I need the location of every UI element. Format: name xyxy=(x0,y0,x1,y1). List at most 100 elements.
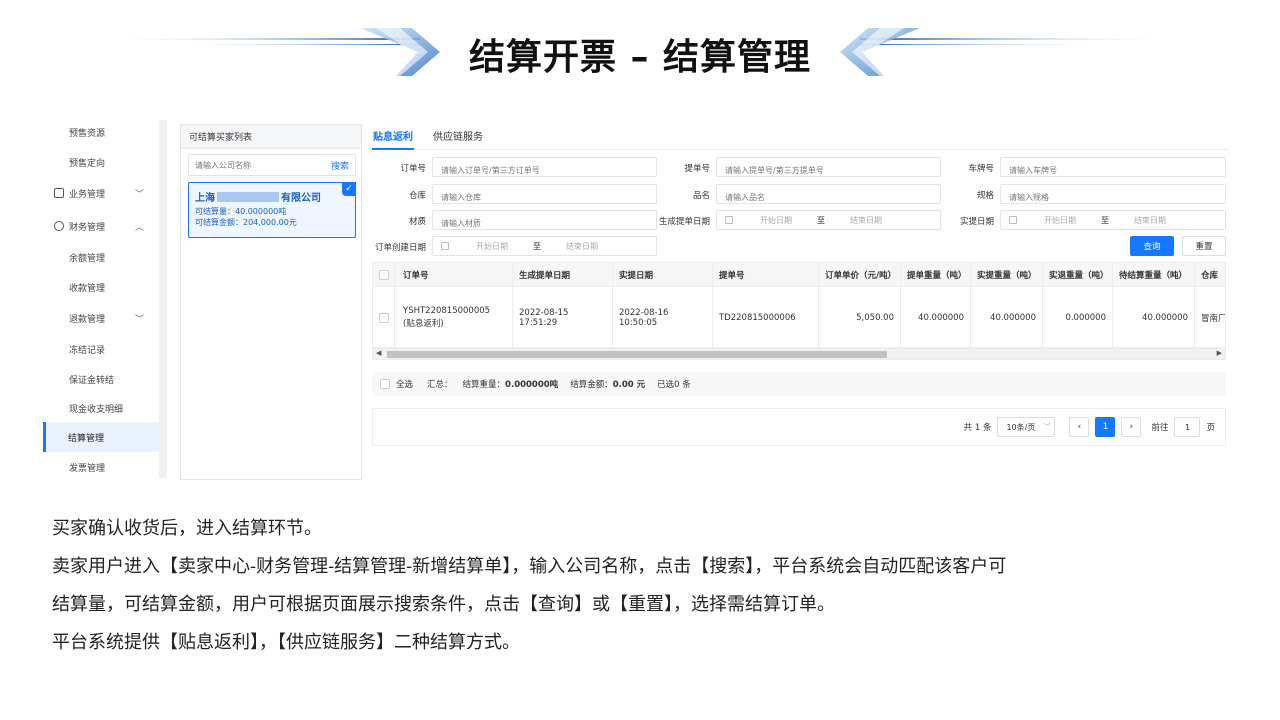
column-header-bill-weight[interactable]: 提单重量（吨） xyxy=(901,263,971,287)
sidebar-item-label: 结算管理 xyxy=(68,433,105,444)
bill-no-field xyxy=(716,157,941,180)
sidebar-item-balance[interactable]: 余额管理 xyxy=(44,243,158,271)
material-input[interactable] xyxy=(433,214,656,233)
settle-weight-label: 结算重量： xyxy=(462,380,506,390)
description-line-4: 平台系统提供【贴息返利】，【供应链服务】二种结算方式。 xyxy=(52,632,520,653)
sidebar-item-freeze-records[interactable]: 冻结记录 xyxy=(44,335,158,363)
cell-price: 5,050.00 xyxy=(819,287,901,347)
bill-date-label: 生成提单日期 xyxy=(658,217,710,227)
chevron-down-icon: ﹀ xyxy=(134,189,144,200)
cell-bill-weight: 40.000000 xyxy=(901,287,971,347)
pagination: 共 1 条 10条/页 ﹀ ‹ 1 › 前往 1 页 xyxy=(372,408,1226,446)
column-header-pending-weight[interactable]: 待结算重量（吨） xyxy=(1113,263,1195,287)
sidebar-item-label: 余额管理 xyxy=(69,253,106,264)
query-button[interactable]: 查询 xyxy=(1130,236,1174,256)
sidebar-item-label: 预售定向 xyxy=(69,158,106,169)
buyer-name: 上海 有限公司 xyxy=(195,189,349,204)
spec-input[interactable] xyxy=(1001,188,1225,207)
column-header-pick-weight[interactable]: 实提重量（吨） xyxy=(971,263,1043,287)
column-header-order-no[interactable]: 订单号 xyxy=(395,263,513,287)
buyer-card[interactable]: 上海 有限公司 可结算量：40.000000吨 可结算金额：204,000.00… xyxy=(188,182,356,238)
order-no-value[interactable]: YSHT220815000005 xyxy=(403,305,490,318)
pick-date-label: 实提日期 xyxy=(959,217,994,227)
selected-count: 已选0 条 xyxy=(657,380,691,390)
calendar-icon xyxy=(441,242,449,250)
sidebar-nav: 预售资源 预售定向 业务管理 ﹀ 财务管理 ︿ 余额管理 收款管理 退款管理 ﹀… xyxy=(40,118,160,480)
order-date-start[interactable]: 开始日期 xyxy=(457,241,527,252)
tab-supply-chain[interactable]: 供应链服务 xyxy=(432,124,484,150)
column-header-return-weight[interactable]: 实退重量（吨） xyxy=(1043,263,1113,287)
main-content: 贴息返利 供应链服务 订单号 提单号 车牌号 仓库 品名 规格 材质 生成提单日… xyxy=(372,118,1230,480)
prev-page-button[interactable]: ‹ xyxy=(1069,417,1090,437)
order-date-end[interactable]: 结束日期 xyxy=(547,241,617,252)
material-label: 材质 xyxy=(408,217,426,227)
sidebar-item-label: 发票管理 xyxy=(69,463,106,474)
sidebar-group-business[interactable]: 业务管理 ﹀ xyxy=(44,179,158,207)
sidebar-item-presale-resource[interactable]: 预售资源 xyxy=(44,118,158,146)
reset-button[interactable]: 重置 xyxy=(1182,236,1226,256)
column-header-bill-no[interactable]: 提单号 xyxy=(713,263,819,287)
sidebar-item-invoices[interactable]: 发票管理 xyxy=(44,453,158,481)
bill-date-to: 至 xyxy=(817,215,825,225)
warehouse-input[interactable] xyxy=(433,188,656,207)
sidebar-item-label: 现金收支明细 xyxy=(69,404,124,415)
order-date-range[interactable]: 开始日期 至 结束日期 xyxy=(432,236,657,256)
sidebar-item-label: 收款管理 xyxy=(69,283,106,294)
bill-date-start[interactable]: 开始日期 xyxy=(741,215,811,226)
chevron-down-icon: ﹀ xyxy=(134,314,144,325)
search-button[interactable]: 搜索 xyxy=(331,159,349,172)
sidebar-item-deposit-transfer[interactable]: 保证金转结 xyxy=(44,365,158,393)
description-line-1: 买家确认收货后，进入结算环节。 xyxy=(52,518,322,539)
row-checkbox[interactable] xyxy=(378,313,389,323)
cell-pending-weight: 40.000000 xyxy=(1113,287,1195,347)
sidebar-item-cash-details[interactable]: 现金收支明细 xyxy=(44,394,158,422)
spec-field xyxy=(1000,184,1226,207)
column-header-pick-date[interactable]: 实提日期 xyxy=(613,263,713,287)
sidebar-item-receipts[interactable]: 收款管理 xyxy=(44,273,158,301)
sidebar-item-refunds[interactable]: 退款管理 ﹀ xyxy=(44,304,158,332)
slide-header: 结算开票 – 结算管理 xyxy=(0,0,1280,100)
sidebar-group-finance[interactable]: 财务管理 ︿ xyxy=(44,212,158,240)
table-horizontal-scrollbar[interactable]: ◀ ▶ xyxy=(372,348,1226,360)
goto-page-input[interactable]: 1 xyxy=(1174,417,1201,437)
row-select-cell xyxy=(373,287,395,347)
plate-no-input[interactable] xyxy=(1001,161,1225,180)
header-checkbox[interactable] xyxy=(378,270,389,280)
buyer-list-title: 可结算买家列表 xyxy=(181,125,361,149)
product-input[interactable] xyxy=(717,188,940,207)
sidebar-scrollbar[interactable] xyxy=(159,120,167,478)
order-no-field xyxy=(432,157,657,180)
company-search-input[interactable] xyxy=(195,160,331,170)
redacted-mask xyxy=(217,191,279,202)
page-size-select[interactable]: 10条/页 ﹀ xyxy=(997,417,1056,437)
bill-no-input[interactable] xyxy=(717,161,940,180)
product-field xyxy=(716,184,941,207)
scroll-right-arrow-icon[interactable]: ▶ xyxy=(1217,349,1222,357)
buyer-settle-amount: 可结算金额：204,000.00元 xyxy=(195,218,297,227)
column-header-warehouse[interactable]: 仓库 xyxy=(1195,263,1225,287)
sidebar-item-settlement[interactable]: 结算管理 xyxy=(43,422,159,452)
bill-date-end[interactable]: 结束日期 xyxy=(831,215,901,226)
chevron-down-icon: ﹀ xyxy=(1043,423,1051,431)
scrollbar-thumb[interactable] xyxy=(387,351,887,358)
column-header-bill-date[interactable]: 生成提单日期 xyxy=(513,263,613,287)
buyer-name-prefix: 上海 xyxy=(195,193,215,204)
plate-no-field xyxy=(1000,157,1226,180)
buyer-settle-qty: 可结算量：40.000000吨 xyxy=(195,207,287,216)
pick-date-range[interactable]: 开始日期 至 结束日期 xyxy=(1000,210,1226,230)
bill-no-label: 提单号 xyxy=(684,164,710,174)
order-date-label: 订单创建日期 xyxy=(374,243,426,253)
page-button-current[interactable]: 1 xyxy=(1095,417,1116,437)
tab-interest-rebate[interactable]: 贴息返利 xyxy=(372,124,414,150)
select-all-label[interactable]: 全选 xyxy=(396,378,413,390)
pick-date-end[interactable]: 结束日期 xyxy=(1115,215,1185,226)
select-all-checkbox[interactable] xyxy=(380,379,390,389)
column-header-price[interactable]: 订单单价（元/吨） xyxy=(819,263,901,287)
warehouse-field xyxy=(432,184,657,207)
pick-date-start[interactable]: 开始日期 xyxy=(1025,215,1095,226)
next-page-button[interactable]: › xyxy=(1121,417,1142,437)
order-no-input[interactable] xyxy=(433,161,656,180)
scroll-left-arrow-icon[interactable]: ◀ xyxy=(376,349,381,357)
sidebar-item-presale-target[interactable]: 预售定向 xyxy=(44,148,158,176)
bill-date-range[interactable]: 开始日期 至 结束日期 xyxy=(716,210,941,230)
